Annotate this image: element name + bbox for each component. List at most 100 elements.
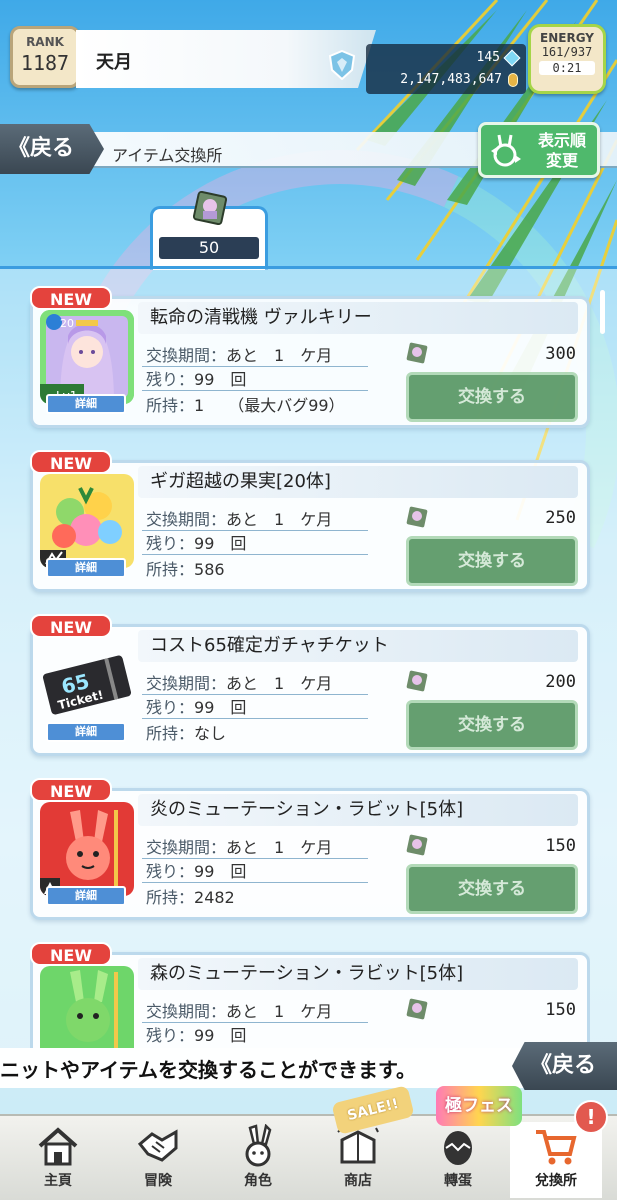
energy-box[interactable]: ENERGY 161/937 0:21 bbox=[528, 24, 606, 94]
marquee-text: ニットやアイテムを交換することができます。 bbox=[0, 1058, 416, 1082]
page-title: アイテム交換所 bbox=[112, 146, 223, 165]
divider bbox=[142, 882, 368, 883]
ticket-count: 50 bbox=[159, 237, 259, 259]
item-thumbnail[interactable] bbox=[40, 802, 134, 896]
detail-button[interactable]: 詳細 bbox=[46, 394, 126, 414]
item-thumbnail[interactable] bbox=[40, 966, 134, 1048]
nav-character[interactable]: 角色 bbox=[212, 1122, 304, 1198]
divider bbox=[142, 554, 368, 555]
remaining-value: 99 回 bbox=[194, 698, 247, 717]
item-name: ギガ超越の果実[20体] bbox=[138, 466, 578, 498]
exchange-period: 交換期間：あと 1 ケ月 bbox=[146, 670, 332, 694]
exchange-ticket-icon bbox=[406, 834, 428, 856]
handshake-icon bbox=[137, 1129, 178, 1162]
nav-gacha[interactable]: 轉蛋 bbox=[412, 1122, 504, 1198]
item-thumbnail[interactable]: 20 Lv1 bbox=[40, 310, 134, 404]
nav-adventure[interactable]: 冒険 bbox=[112, 1122, 204, 1198]
back-button[interactable]: 《戻る bbox=[0, 124, 104, 174]
sort-label-line2: 変更 bbox=[545, 151, 578, 170]
period-label: 交換期間： bbox=[146, 838, 227, 857]
period-label: 交換期間： bbox=[146, 674, 227, 693]
exchange-ticket-icon bbox=[406, 670, 428, 692]
remaining-value: 99 回 bbox=[194, 370, 247, 389]
owned-count: 所持：2482 bbox=[146, 884, 235, 908]
remaining-count: 残り：99 回 bbox=[146, 530, 246, 554]
period-value: あと 1 ケ月 bbox=[226, 674, 333, 693]
item-name: 森のミューテーション・ラビット[5体] bbox=[138, 958, 578, 990]
cost-box: 150 bbox=[404, 998, 580, 1048]
exchange-period: 交換期間：あと 1 ケ月 bbox=[146, 998, 332, 1022]
rank-shield-icon bbox=[328, 50, 356, 80]
currency-tab[interactable]: 50 bbox=[150, 191, 268, 270]
top-status-bar: RANK 1187 天月 145 2,147,483,647 ENERGY 16… bbox=[0, 0, 617, 112]
alert-badge[interactable]: ! bbox=[574, 1100, 608, 1134]
item-card: NEW 20 Lv1 詳細 転命の清戦機 ヴァルキリー 交換期間：あと 1 ケ月… bbox=[30, 286, 590, 430]
exchange-ticket-icon bbox=[406, 506, 428, 528]
energy-value: 161/937 bbox=[541, 45, 593, 59]
item-card: NEW 詳細 ギガ超越の果実[20体] 交換期間：あと 1 ケ月 残り：99 回… bbox=[30, 450, 590, 594]
sort-order-label: 表示順 変更 bbox=[531, 131, 593, 171]
owned-label: 所持： bbox=[146, 724, 195, 743]
cost-value: 200 bbox=[545, 672, 576, 692]
back-button-bottom[interactable]: 《戻る bbox=[512, 1042, 617, 1090]
remaining-label: 残り： bbox=[146, 698, 195, 717]
new-badge: NEW bbox=[30, 450, 112, 474]
exchange-ticket-icon bbox=[406, 998, 428, 1020]
nav-exchange-label: 兌換所 bbox=[535, 1173, 577, 1189]
nav-shop[interactable]: 商店 bbox=[312, 1122, 404, 1198]
nav-home-label: 主頁 bbox=[44, 1173, 72, 1189]
item-card: NEW 65 Ticket! 詳細 コスト65確定ガチャチケット 交換期間：あと… bbox=[30, 614, 590, 758]
remaining-count: 残り：99 回 bbox=[146, 858, 246, 882]
period-value: あと 1 ケ月 bbox=[226, 1002, 333, 1021]
item-name: 転命の清戦機 ヴァルキリー bbox=[138, 302, 578, 334]
egg-icon bbox=[444, 1131, 472, 1165]
rank-label: RANK bbox=[26, 35, 64, 49]
cost-value: 150 bbox=[545, 1000, 576, 1020]
festival-badge[interactable]: 極フェス bbox=[436, 1086, 522, 1126]
detail-button[interactable]: 詳細 bbox=[46, 886, 126, 906]
exchange-button[interactable]: 交換する bbox=[406, 700, 578, 750]
nav-home[interactable]: 主頁 bbox=[12, 1122, 104, 1198]
forest-rabbit-icon bbox=[40, 966, 134, 1048]
period-label: 交換期間： bbox=[146, 510, 227, 529]
rank-value: 1187 bbox=[20, 51, 70, 75]
sort-label-line1: 表示順 bbox=[537, 131, 586, 150]
list-scrollbar[interactable] bbox=[600, 290, 605, 334]
gem-count: 145 bbox=[476, 50, 500, 65]
owned-value: 586 bbox=[194, 560, 225, 579]
nav-character-label: 角色 bbox=[244, 1173, 272, 1189]
sort-order-button[interactable]: 表示順 変更 bbox=[478, 122, 600, 178]
new-badge: NEW bbox=[30, 778, 112, 802]
item-thumbnail[interactable] bbox=[40, 474, 134, 568]
owned-label: 所持： bbox=[146, 560, 195, 579]
valkyrie-character-icon: 20 Lv1 bbox=[40, 310, 134, 404]
owned-count: 所持：なし bbox=[146, 720, 226, 744]
star-level-text: 20 bbox=[60, 317, 74, 330]
cost-box: 200 交換する bbox=[404, 670, 580, 754]
remaining-label: 残り： bbox=[146, 534, 195, 553]
detail-button[interactable]: 詳細 bbox=[46, 558, 126, 578]
rabbit-sort-icon bbox=[491, 134, 521, 167]
exchange-button[interactable]: 交換する bbox=[406, 536, 578, 586]
exchange-button[interactable]: 交換する bbox=[406, 864, 578, 914]
gem-icon bbox=[503, 49, 521, 66]
period-value: あと 1 ケ月 bbox=[226, 346, 333, 365]
divider bbox=[142, 390, 368, 391]
exchange-ticket-icon bbox=[193, 191, 227, 225]
remaining-label: 残り： bbox=[146, 862, 195, 881]
exchange-button[interactable]: 交換する bbox=[406, 372, 578, 422]
period-label: 交換期間： bbox=[146, 346, 227, 365]
gem-row: 145 bbox=[476, 49, 521, 66]
detail-button[interactable]: 詳細 bbox=[46, 722, 126, 742]
owned-value: 1 （最大バグ99） bbox=[194, 396, 345, 415]
item-thumbnail[interactable]: 65 Ticket! bbox=[40, 638, 134, 732]
period-label: 交換期間： bbox=[146, 1002, 227, 1021]
nav-shop-label: 商店 bbox=[344, 1173, 372, 1189]
remaining-value: 99 回 bbox=[194, 862, 247, 881]
cost-value: 150 bbox=[545, 836, 576, 856]
item-name: 炎のミューテーション・ラビット[5体] bbox=[138, 794, 578, 826]
bottom-navigation: 主頁 冒険 角色 商店 轉蛋 兌換所 bbox=[0, 1114, 617, 1200]
item-card: NEW 森のミューテーション・ラビット[5体] 交換期間：あと 1 ケ月 残り：… bbox=[30, 942, 590, 1048]
period-value: あと 1 ケ月 bbox=[226, 510, 333, 529]
player-name: 天月 bbox=[96, 52, 132, 73]
